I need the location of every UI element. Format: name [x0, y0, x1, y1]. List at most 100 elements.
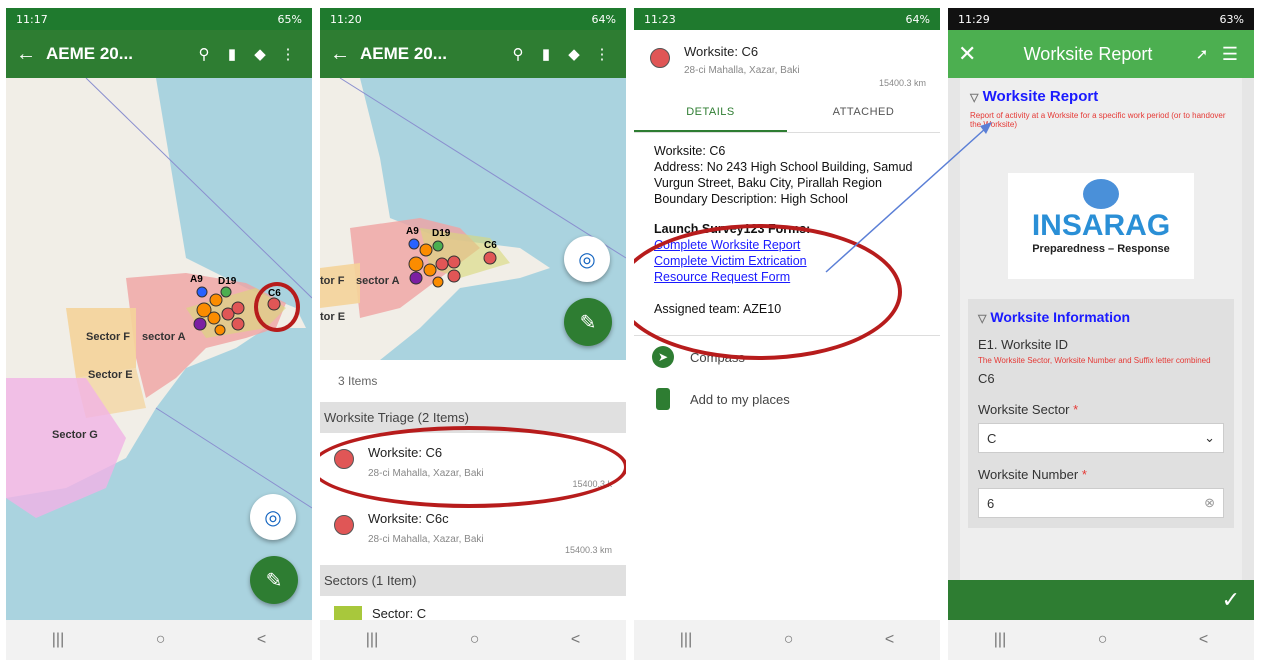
- required-marker: *: [1073, 402, 1079, 417]
- chevron-down-icon: ⌄: [1204, 430, 1215, 445]
- status-time: 11:20: [330, 12, 362, 26]
- logo-subtext: Preparedness – Response: [1032, 243, 1170, 255]
- pencil-icon: ✎: [579, 311, 597, 334]
- number-label-text: Worksite Number: [978, 467, 1079, 482]
- edit-button[interactable]: ✎: [250, 556, 298, 604]
- app-bar: ← AEME 20... ⚲ ▮ ◆ ⋮: [6, 30, 312, 78]
- item-distance: 15400.3 km: [564, 545, 612, 555]
- back-arrow-icon[interactable]: ←: [330, 43, 360, 66]
- status-bar: 11:17 65%: [6, 8, 312, 30]
- map-label-a9: A9: [190, 274, 203, 285]
- recent-apps-icon[interactable]: |||: [680, 631, 692, 649]
- bookmark-icon[interactable]: ▮: [218, 45, 246, 63]
- insarag-logo: INSARAG Preparedness – Response: [1008, 173, 1194, 279]
- map-label-sector-f: tor F: [320, 275, 345, 287]
- feature-title: Worksite: C6: [684, 44, 759, 59]
- menu-icon[interactable]: ☰: [1216, 44, 1244, 65]
- section-header[interactable]: ▽ Worksite Information: [978, 309, 1224, 325]
- sectors-section-header[interactable]: Sectors (1 Item): [320, 565, 626, 596]
- required-marker: *: [1081, 467, 1087, 482]
- status-battery: 63%: [1219, 12, 1244, 26]
- tab-details[interactable]: DETAILS: [634, 94, 787, 132]
- submit-bar: ✓: [948, 580, 1254, 620]
- locate-button[interactable]: ◎: [564, 236, 610, 282]
- layers-icon[interactable]: ◆: [246, 45, 274, 63]
- add-places-action[interactable]: Add to my places: [634, 378, 940, 420]
- nav-back-icon[interactable]: <: [885, 631, 894, 649]
- home-icon[interactable]: ○: [784, 631, 794, 649]
- logo-text: INSARAG: [1031, 209, 1171, 242]
- sector-select-value: C: [987, 430, 997, 446]
- results-count: 3 Items: [338, 374, 378, 388]
- form-header[interactable]: ▽ Worksite Report: [970, 88, 1232, 105]
- map-label-sector-g: Sector G: [52, 429, 98, 441]
- back-arrow-icon[interactable]: ←: [16, 43, 46, 66]
- collapse-icon: ▽: [970, 92, 979, 104]
- worksite-marker-icon: [650, 48, 670, 68]
- status-time: 11:17: [16, 12, 48, 26]
- collapse-icon: ▽: [978, 313, 987, 325]
- more-icon[interactable]: ⋮: [274, 45, 302, 63]
- home-icon[interactable]: ○: [156, 631, 166, 649]
- phone-survey-view: 11:29 63% ✕ Worksite Report ➚ ☰ ▽ Worksi…: [948, 8, 1254, 660]
- home-icon[interactable]: ○: [470, 631, 480, 649]
- more-icon[interactable]: ⋮: [588, 45, 616, 63]
- bookmark-icon[interactable]: ▮: [532, 45, 560, 63]
- e1-label: E1. Worksite ID: [978, 337, 1069, 352]
- item-title: Sector: C: [372, 606, 427, 621]
- nav-back-icon[interactable]: <: [257, 631, 266, 649]
- map-label-sector-e: Sector E: [88, 369, 133, 381]
- worksite-marker-icon: [334, 515, 354, 535]
- edit-button[interactable]: ✎: [564, 298, 612, 346]
- status-battery: 64%: [905, 12, 930, 26]
- system-nav-bar: ||| ○ <: [320, 620, 626, 660]
- home-icon[interactable]: ○: [1098, 631, 1108, 649]
- app-title: Worksite Report: [1023, 43, 1153, 64]
- locate-button[interactable]: ◎: [250, 494, 296, 540]
- locate-icon: ◎: [578, 248, 596, 271]
- close-icon[interactable]: ✕: [958, 41, 988, 67]
- system-nav-bar: ||| ○ <: [634, 620, 940, 660]
- sector-label-text: Worksite Sector: [978, 402, 1070, 417]
- search-icon[interactable]: ⚲: [190, 45, 218, 63]
- un-emblem-icon: [1083, 179, 1119, 209]
- map-label-sector-f: Sector F: [86, 331, 130, 343]
- status-bar: 11:23 64%: [634, 8, 940, 30]
- list-item[interactable]: Worksite: C6c 28-ci Mahalla, Xazar, Baki…: [320, 499, 626, 565]
- detail-worksite: Worksite: C6: [654, 144, 726, 158]
- search-icon[interactable]: ⚲: [504, 45, 532, 63]
- nav-back-icon[interactable]: <: [1199, 631, 1208, 649]
- e1-hint: The Worksite Sector, Worksite Number and…: [978, 356, 1211, 365]
- system-nav-bar: ||| ○ <: [948, 620, 1254, 660]
- system-nav-bar: ||| ○ <: [6, 620, 312, 660]
- location-icon[interactable]: ➚: [1188, 45, 1216, 63]
- tab-attached[interactable]: ATTACHED: [787, 94, 940, 132]
- form-description: Report of activity at a Worksite for a s…: [970, 111, 1226, 129]
- map[interactable]: A9 D19 C6 tor F sector A tor E ◎ ✎: [320, 78, 626, 360]
- recent-apps-icon[interactable]: |||: [366, 631, 378, 649]
- recent-apps-icon[interactable]: |||: [52, 631, 64, 649]
- status-battery: 64%: [591, 12, 616, 26]
- number-input[interactable]: 6 ⊗: [978, 488, 1224, 518]
- feature-address: 28-ci Mahalla, Xazar, Baki: [684, 65, 800, 76]
- map-label-d19: D19: [432, 228, 451, 239]
- sector-select[interactable]: C ⌄: [978, 423, 1224, 453]
- detail-address: Address: No 243 High School Building, Sa…: [654, 160, 913, 190]
- feature-header: Worksite: C6 28-ci Mahalla, Xazar, Baki …: [634, 30, 940, 94]
- add-places-label: Add to my places: [690, 391, 790, 407]
- survey-body: ▽ Worksite Report Report of activity at …: [948, 78, 1254, 580]
- item-title: Worksite: C6c: [368, 511, 449, 526]
- app-title: AEME 20...: [46, 44, 133, 63]
- layers-icon[interactable]: ◆: [560, 45, 588, 63]
- map-label-sector-a: sector A: [356, 275, 400, 287]
- submit-check-icon[interactable]: ✓: [1222, 587, 1240, 613]
- map-label-sector-a: sector A: [142, 331, 186, 343]
- status-time: 11:23: [644, 12, 676, 26]
- clear-icon[interactable]: ⊗: [1204, 495, 1215, 511]
- map-label-c6: C6: [484, 240, 497, 251]
- nav-back-icon[interactable]: <: [571, 631, 580, 649]
- recent-apps-icon[interactable]: |||: [994, 631, 1006, 649]
- compass-icon: ➤: [652, 346, 674, 368]
- highlight-ring: [320, 426, 626, 508]
- map[interactable]: A9 D19 C6 Sector F sector A Sector E Sec…: [6, 78, 312, 620]
